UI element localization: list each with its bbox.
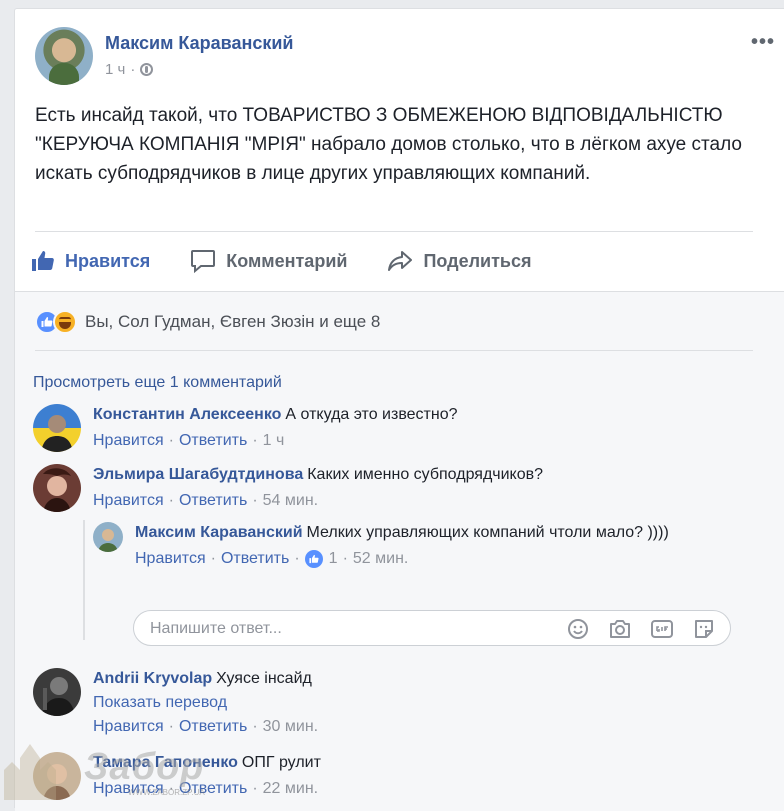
- commenter-name[interactable]: Andrii Kryvolap: [93, 670, 212, 687]
- reply-input-container: [133, 610, 731, 646]
- comment-reply-link[interactable]: Ответить: [179, 718, 247, 736]
- comments-section: Вы, Сол Гудман, Євген Зюзін и еще 8 Прос…: [15, 291, 784, 811]
- comment-time[interactable]: 30 мин.: [263, 718, 318, 736]
- post-header: Максим Караванский 1 ч · •••: [35, 27, 775, 87]
- reply-thread-line: [83, 520, 85, 640]
- reactions-summary[interactable]: Вы, Сол Гудман, Євген Зюзін и еще 8: [35, 310, 380, 334]
- globe-icon: [140, 63, 154, 76]
- author-avatar[interactable]: [35, 27, 93, 85]
- watermark-text: Забор: [84, 746, 205, 788]
- share-label: Поделиться: [423, 250, 532, 271]
- reactions-text: Вы, Сол Гудман, Євген Зюзін и еще 8: [85, 312, 381, 331]
- reply-input[interactable]: [150, 617, 530, 641]
- commenter-name[interactable]: Константин Алексеенко: [93, 406, 281, 423]
- gif-icon[interactable]: [650, 617, 674, 641]
- more-options-icon[interactable]: •••: [751, 31, 775, 54]
- comment-text: Каких именно субподрядчиков?: [307, 466, 544, 483]
- divider: [35, 350, 753, 351]
- replier-name[interactable]: Максим Караванский: [135, 524, 303, 541]
- post-card: Максим Караванский 1 ч · ••• Есть инсайд…: [14, 8, 784, 811]
- post-actions: Нравится Комментарий Поделиться: [31, 243, 571, 279]
- share-icon: [387, 249, 413, 273]
- reply-reply-link[interactable]: Ответить: [221, 550, 289, 568]
- reply-actions: Нравится · Ответить · 1 · 52 мин.: [135, 550, 409, 568]
- comment-time[interactable]: 1 ч: [263, 432, 285, 450]
- comment-label: Комментарий: [226, 250, 348, 271]
- reply-like-link[interactable]: Нравится: [135, 550, 206, 568]
- like-label: Нравится: [65, 250, 151, 271]
- comment-icon: [190, 249, 216, 273]
- view-more-comments-link[interactable]: Просмотреть еще 1 комментарий: [33, 374, 282, 392]
- like-count-icon[interactable]: [304, 550, 323, 568]
- post-meta: 1 ч ·: [105, 61, 154, 78]
- reply-text: Мелких управляющих компаний чтоли мало? …: [306, 524, 669, 541]
- post-text: Есть инсайд такой, что ТОВАРИСТВО З ОБМЕ…: [35, 105, 742, 184]
- castle-watermark-icon: [4, 744, 56, 800]
- comment-actions: Нравится · Ответить · 30 мин.: [93, 718, 319, 736]
- emoji-icon[interactable]: [566, 617, 590, 641]
- comment-text: Хуясе інсайд: [216, 670, 312, 687]
- post-time[interactable]: 1 ч: [105, 61, 125, 78]
- commenter-avatar[interactable]: [33, 464, 81, 512]
- haha-reaction-icon: [53, 310, 77, 334]
- comment-like-link[interactable]: Нравится: [93, 432, 164, 450]
- comment-button[interactable]: Комментарий: [190, 243, 347, 279]
- watermark-url: WWW.ZABOR.ZP.UA: [128, 788, 205, 797]
- reply-time[interactable]: 52 мин.: [353, 550, 408, 568]
- comment-actions: Нравится · Ответить · 54 мин.: [93, 492, 319, 510]
- post-author-name[interactable]: Максим Караванский: [105, 33, 293, 54]
- show-translation-link[interactable]: Показать перевод: [93, 694, 743, 712]
- comment-time[interactable]: 54 мин.: [263, 492, 318, 510]
- commenter-avatar[interactable]: [33, 404, 81, 452]
- comment-time[interactable]: 22 мин.: [263, 780, 318, 798]
- comment-text: А откуда это известно?: [285, 406, 458, 423]
- camera-icon[interactable]: [608, 617, 632, 641]
- share-button[interactable]: Поделиться: [387, 243, 531, 279]
- watermark-logo: Забор WWW.ZABOR.ZP.UA: [0, 740, 210, 800]
- reply-like-count[interactable]: 1: [329, 550, 338, 568]
- thumbs-up-icon: [31, 249, 55, 273]
- comment-like-link[interactable]: Нравится: [93, 492, 164, 510]
- commenter-avatar[interactable]: [33, 668, 81, 716]
- sticker-icon[interactable]: [692, 617, 716, 641]
- comment-text: ОПГ рулит: [241, 754, 321, 771]
- comment-reply-link[interactable]: Ответить: [179, 492, 247, 510]
- commenter-name[interactable]: Эльмира Шагабудтдинова: [93, 466, 303, 483]
- comment-like-link[interactable]: Нравится: [93, 718, 164, 736]
- divider: [35, 231, 753, 232]
- comment-reply-link[interactable]: Ответить: [179, 432, 247, 450]
- comment-actions: Нравится · Ответить · 1 ч: [93, 432, 285, 450]
- replier-avatar[interactable]: [93, 522, 123, 552]
- like-button[interactable]: Нравится: [31, 243, 150, 279]
